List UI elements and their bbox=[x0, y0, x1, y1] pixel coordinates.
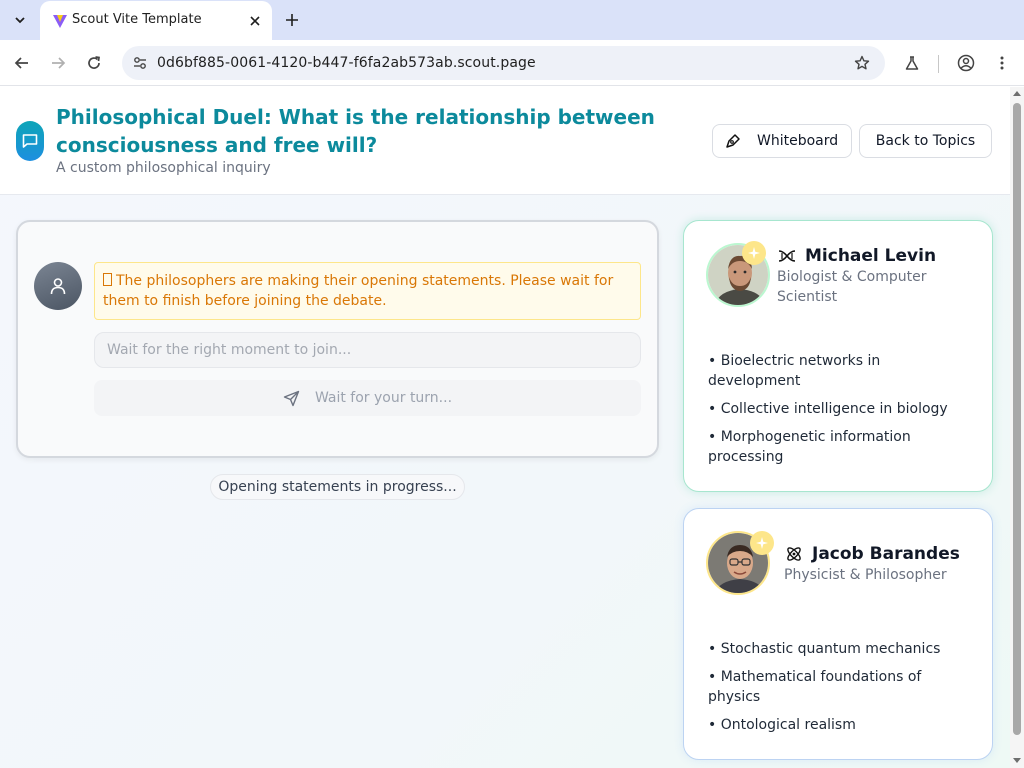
scroll-down-arrow-icon[interactable] bbox=[1013, 758, 1021, 763]
atom-icon bbox=[784, 544, 804, 564]
send-button-label: Wait for your turn... bbox=[314, 390, 453, 406]
more-vert-icon bbox=[1000, 56, 1004, 70]
scroll-up-arrow-icon[interactable] bbox=[1013, 91, 1021, 96]
new-tab-button[interactable] bbox=[281, 9, 303, 31]
flask-icon bbox=[905, 56, 919, 70]
browser-menu-button[interactable] bbox=[991, 52, 1013, 74]
bookmark-button[interactable] bbox=[851, 52, 873, 74]
chevron-down-icon bbox=[15, 17, 25, 24]
interest-item: • Collective intelligence in biology bbox=[708, 401, 948, 417]
message-square-icon bbox=[22, 134, 38, 148]
message-input[interactable] bbox=[94, 332, 641, 368]
philosopher-role: Biologist & Computer Scientist bbox=[777, 269, 927, 305]
close-icon bbox=[250, 16, 260, 26]
philosopher-interests: • Stochastic quantum mechanics • Mathema… bbox=[708, 639, 974, 743]
philosopher-interests: • Bioelectric networks in development • … bbox=[708, 351, 974, 475]
tab-search-button[interactable] bbox=[6, 8, 34, 32]
interest-item: • Morphogenetic information processing bbox=[708, 429, 911, 465]
browser-tab-active[interactable]: Scout Vite Template bbox=[40, 1, 272, 40]
send-icon bbox=[283, 389, 301, 407]
chat-logo-icon bbox=[16, 121, 44, 161]
forward-button[interactable] bbox=[47, 52, 69, 74]
back-to-topics-button[interactable]: Back to Topics bbox=[859, 124, 992, 158]
philosopher-role: Physicist & Philosopher bbox=[784, 567, 947, 583]
waiting-notice: The philosophers are making their openin… bbox=[94, 262, 641, 320]
url-text: 0d6bf885-0061-4120-b447-f6fa2ab573ab.sco… bbox=[157, 55, 536, 71]
philosopher-name-text: Jacob Barandes bbox=[812, 544, 960, 564]
sparkle-badge-icon bbox=[750, 531, 774, 555]
sparkle-badge-icon bbox=[742, 241, 766, 265]
labs-button[interactable] bbox=[901, 52, 923, 74]
interest-item: • Ontological realism bbox=[708, 717, 856, 733]
pen-tool-icon bbox=[723, 131, 743, 151]
send-button[interactable]: Wait for your turn... bbox=[94, 380, 641, 416]
profile-button[interactable] bbox=[955, 52, 977, 74]
site-info-button[interactable] bbox=[128, 51, 152, 75]
tune-icon bbox=[134, 57, 146, 69]
debate-status-text: Opening statements in progress... bbox=[218, 479, 457, 495]
reload-icon bbox=[88, 56, 100, 69]
philosopher-card-levin[interactable]: Michael Levin Biologist & Computer Scien… bbox=[683, 220, 993, 492]
user-avatar bbox=[34, 262, 82, 310]
tab-close-button[interactable] bbox=[246, 12, 264, 30]
scrollbar-thumb[interactable] bbox=[1013, 103, 1021, 735]
waiting-notice-text: The philosophers are making their openin… bbox=[103, 273, 614, 309]
tab-title: Scout Vite Template bbox=[72, 12, 202, 27]
plus-icon bbox=[286, 14, 298, 26]
philosopher-name-text: Michael Levin bbox=[805, 246, 937, 266]
missing-glyph-icon bbox=[103, 273, 112, 286]
toolbar-separator bbox=[938, 55, 939, 73]
arrow-right-icon bbox=[52, 57, 66, 69]
account-circle-icon bbox=[957, 54, 975, 72]
dna-icon bbox=[777, 246, 797, 266]
browser-toolbar: 0d6bf885-0061-4120-b447-f6fa2ab573ab.sco… bbox=[0, 40, 1024, 86]
philosopher-name: Jacob Barandes bbox=[784, 544, 960, 564]
whiteboard-button-label: Whiteboard bbox=[757, 133, 839, 149]
page-subtitle: A custom philosophical inquiry bbox=[56, 160, 271, 176]
chat-panel: The philosophers are making their openin… bbox=[16, 220, 659, 458]
vite-logo-icon bbox=[53, 15, 67, 28]
address-bar[interactable]: 0d6bf885-0061-4120-b447-f6fa2ab573ab.sco… bbox=[122, 46, 885, 80]
page-scrollbar[interactable] bbox=[1010, 87, 1024, 768]
interest-item: • Stochastic quantum mechanics bbox=[708, 641, 941, 657]
browser-tab-strip: Scout Vite Template bbox=[0, 0, 1024, 40]
interest-item: • Mathematical foundations of physics bbox=[708, 669, 922, 705]
interest-item: • Bioelectric networks in development bbox=[708, 353, 881, 389]
philosopher-card-barandes[interactable]: Jacob Barandes Physicist & Philosopher •… bbox=[683, 508, 993, 760]
arrow-left-icon bbox=[14, 57, 28, 69]
page-title: Philosophical Duel: What is the relation… bbox=[56, 105, 655, 157]
back-to-topics-label: Back to Topics bbox=[875, 133, 976, 149]
page-content: Philosophical Duel: What is the relation… bbox=[0, 87, 1010, 768]
philosopher-name: Michael Levin bbox=[777, 246, 936, 266]
debate-status-badge: Opening statements in progress... bbox=[210, 474, 465, 500]
page-header: Philosophical Duel: What is the relation… bbox=[0, 87, 1010, 195]
user-icon bbox=[50, 278, 66, 295]
back-button[interactable] bbox=[11, 52, 33, 74]
reload-button[interactable] bbox=[83, 52, 105, 74]
star-icon bbox=[854, 55, 870, 70]
whiteboard-button[interactable]: Whiteboard bbox=[712, 124, 852, 158]
